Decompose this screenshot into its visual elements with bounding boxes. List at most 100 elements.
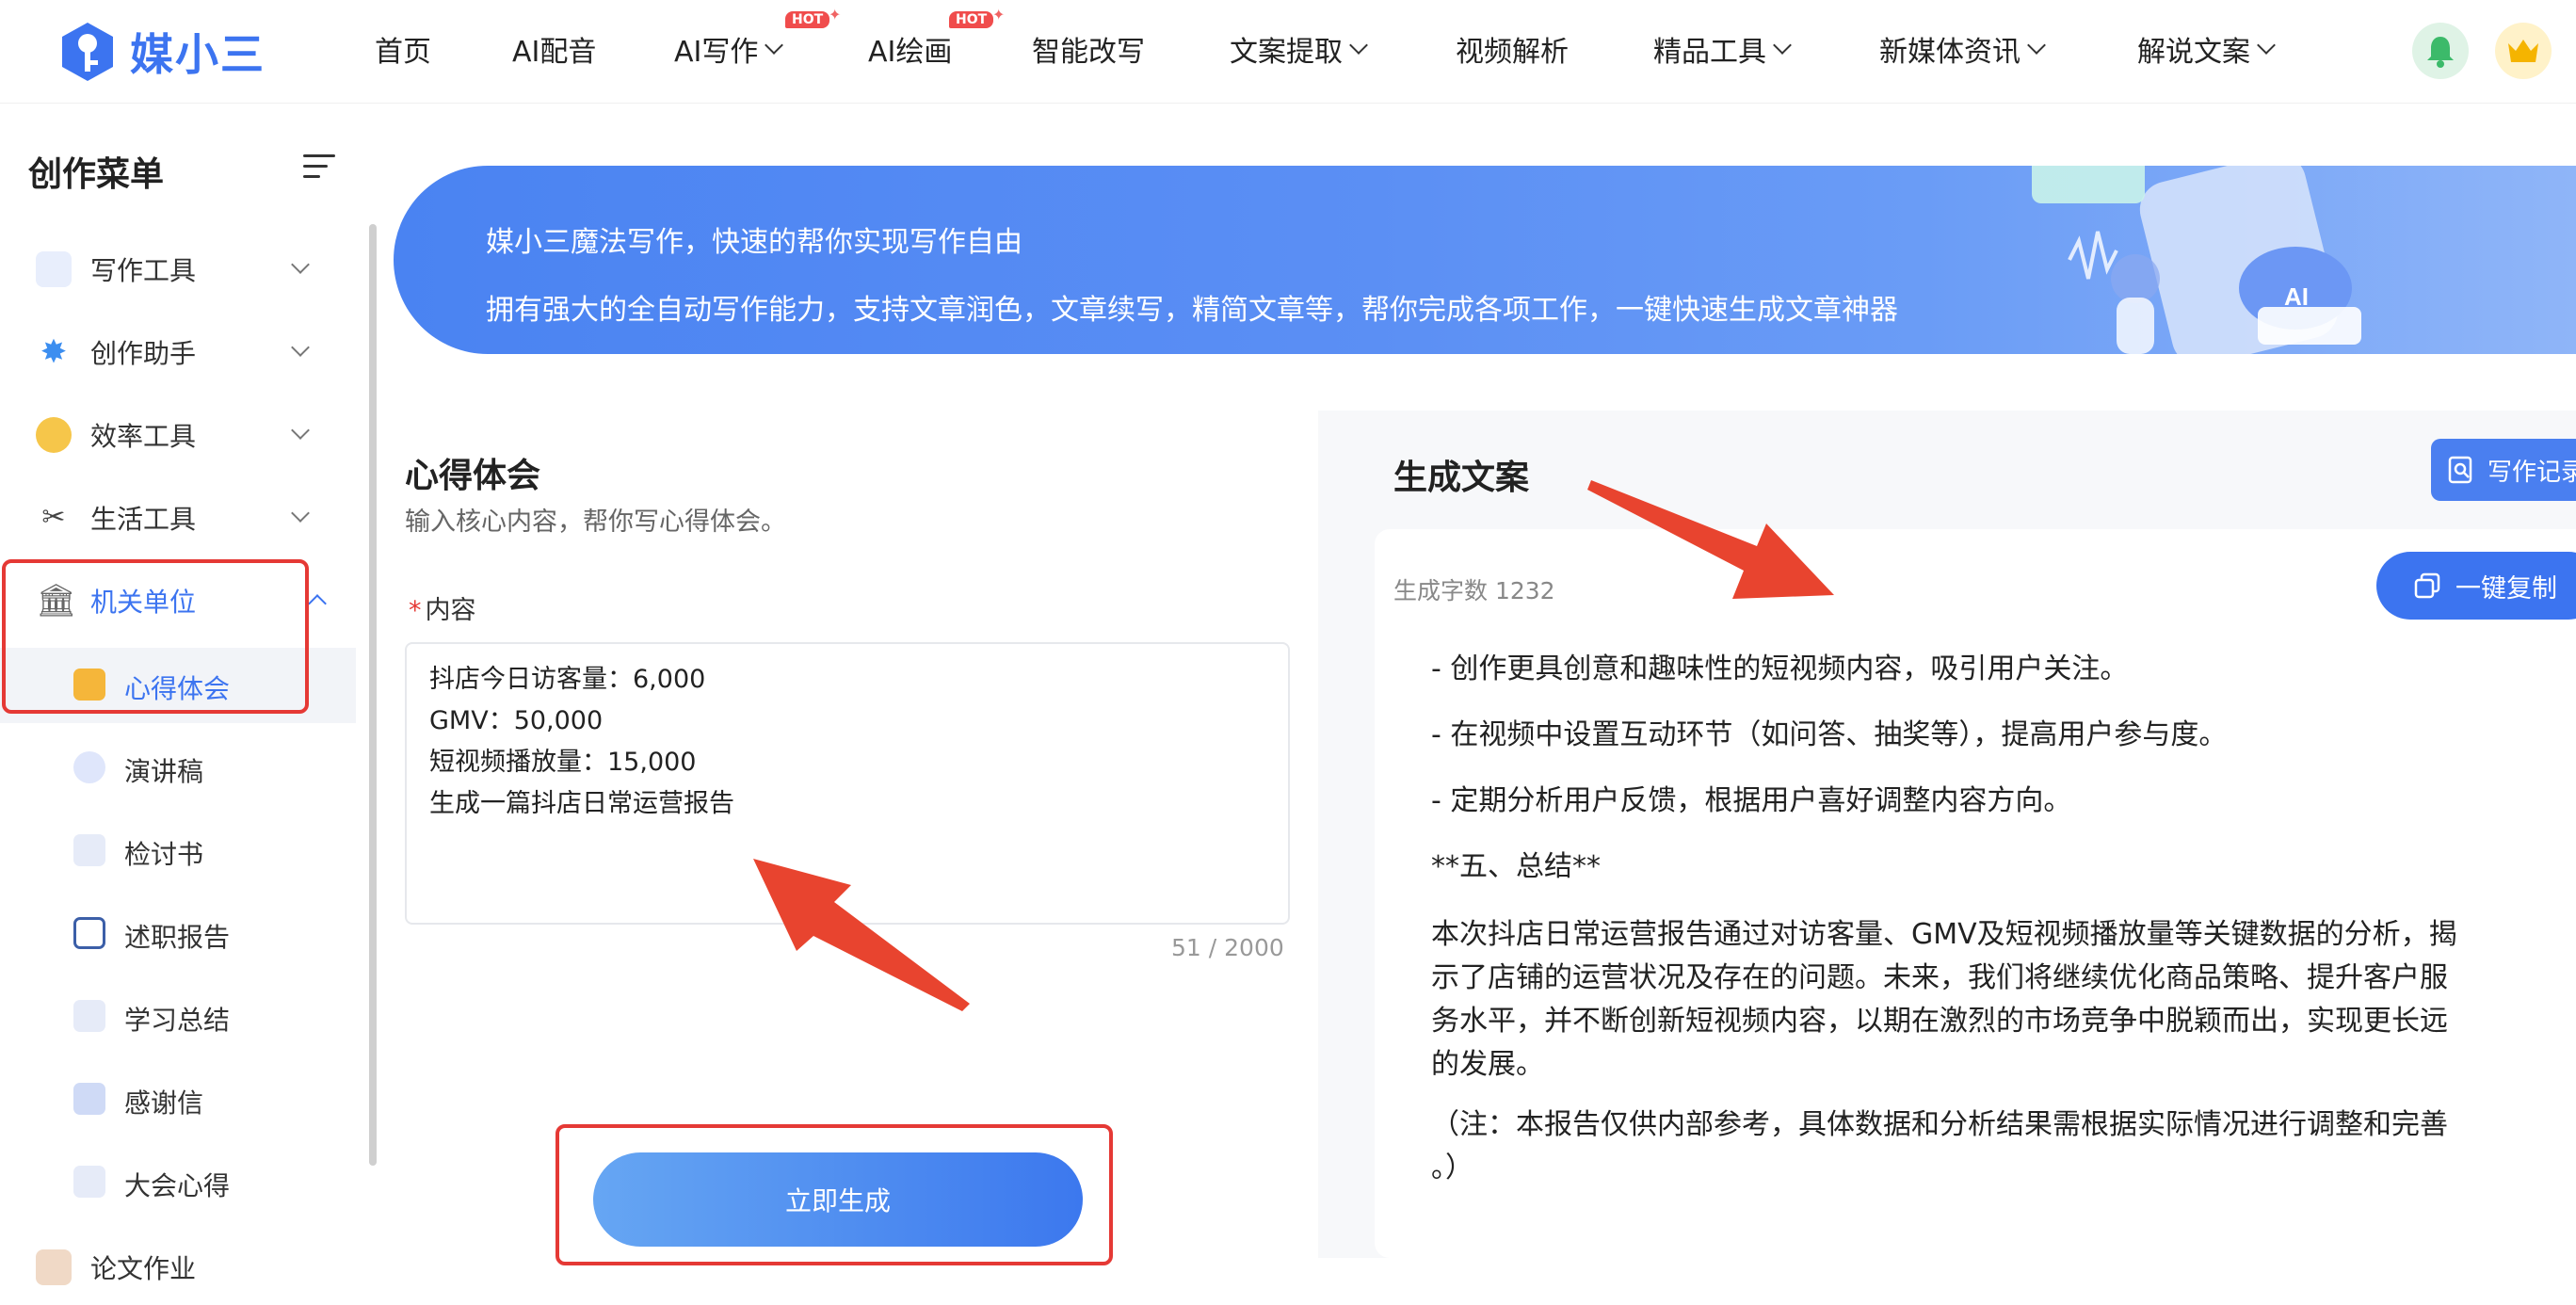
sidebar-item-label: 演讲稿: [124, 756, 204, 787]
textarea-line: GMV：50,000: [429, 706, 604, 735]
textarea-line: 生成一篇抖店日常运营报告: [429, 789, 734, 818]
nav-label: 精品工具: [1653, 36, 1766, 69]
sidebar-item-label: 创作助手: [90, 338, 197, 369]
note-paragraph: （注：本报告仅供内部参考，具体数据和分析结果需根据实际情况进行调整和完善 。）: [1431, 1104, 2557, 1190]
sidebar-item-label: 论文作业: [90, 1253, 197, 1284]
nav-label: 解说文案: [2137, 36, 2250, 69]
summary-line: 的发展。: [1431, 1048, 1544, 1081]
writing-history-button[interactable]: 写作记录: [2431, 439, 2576, 501]
nav-label: 视频解析: [1456, 36, 1569, 69]
sidebar-subitem-self-criticism[interactable]: 检讨书: [0, 814, 356, 889]
nav-ai-dubbing[interactable]: AI配音: [512, 28, 596, 70]
notebook-icon: [73, 1000, 105, 1032]
content-textarea[interactable]: 抖店今日访客量：6,000 GMV：50,000 短视频播放量：15,000 生…: [405, 642, 1290, 925]
sidebar-item-label: 检讨书: [124, 839, 204, 870]
bell-icon: [2427, 37, 2454, 68]
copy-icon: [2414, 572, 2440, 599]
button-label: 一键复制: [2455, 573, 2557, 604]
history-icon: [2448, 456, 2472, 484]
chevron-down-icon: [1349, 36, 1368, 55]
banner-subline: 拥有强大的全自动写作能力，支持文章润色，文章续写，精简文章等，帮你完成各项工作，…: [486, 294, 1898, 327]
star-icon: ✸: [40, 333, 68, 371]
top-navigation: 媒小三 首页 AI配音 AI写作 HOT ✦ AI绘画 HOT ✦ 智能改写 文…: [0, 0, 2576, 104]
sidebar-subitem-thank-you-letter[interactable]: 感谢信: [0, 1062, 356, 1137]
nav-ai-drawing[interactable]: AI绘画 HOT ✦: [868, 6, 1005, 70]
banner-headline: 媒小三魔法写作，快速的帮你实现写作自由: [486, 226, 1022, 259]
sparkle-icon: ✦: [829, 6, 842, 24]
summary-line: 本次抖店日常运营报告通过对访客量、GMV及短视频播放量等关键数据的分析，揭: [1431, 918, 2457, 951]
book-icon: [73, 834, 105, 866]
svg-text:AI: AI: [2284, 282, 2309, 311]
nav-premium-tools[interactable]: 精品工具: [1653, 28, 1792, 70]
chevron-down-icon: [2257, 36, 2276, 55]
nav-media-news[interactable]: 新媒体资讯: [1879, 28, 2046, 70]
annotation-box-government: [2, 559, 309, 714]
sidebar-item-label: 大会心得: [124, 1170, 231, 1201]
result-line: - 定期分析用户反馈，根据用户喜好调整内容方向。: [1431, 784, 2072, 817]
logo-icon: [62, 23, 113, 81]
result-line: - 在视频中设置互动环节（如问答、抽奖等），提高用户参与度。: [1431, 718, 2228, 751]
generate-button[interactable]: 立即生成: [593, 1152, 1083, 1247]
result-heading: **五、总结**: [1431, 850, 1601, 883]
notification-button[interactable]: [2412, 23, 2469, 79]
word-count: 生成字数 1232: [1393, 577, 1555, 604]
sidebar-item-writing-tools[interactable]: 写作工具: [0, 232, 356, 307]
sidebar-subitem-work-report[interactable]: 述职报告: [0, 896, 356, 972]
sidebar-scrollbar[interactable]: [369, 224, 377, 1166]
sidebar-item-thesis[interactable]: 论文作业: [0, 1230, 356, 1305]
nav-label: 智能改写: [1032, 36, 1145, 69]
nav-label: AI绘画: [868, 36, 953, 69]
brand-name: 媒小三: [130, 29, 266, 80]
sidebar-item-creation-assistant[interactable]: ✸ 创作助手: [0, 314, 356, 390]
document-icon: [36, 251, 72, 287]
sidebar-title: 创作菜单: [28, 155, 165, 194]
logo[interactable]: 媒小三: [58, 19, 266, 85]
textarea-line: 抖店今日访客量：6,000: [429, 665, 706, 694]
nav-smart-rewrite[interactable]: 智能改写: [1032, 28, 1145, 70]
note-line: （注：本报告仅供内部参考，具体数据和分析结果需根据实际情况进行调整和完善: [1431, 1108, 2448, 1141]
nav-commentary-copy[interactable]: 解说文案: [2137, 28, 2276, 70]
form-description: 输入核心内容，帮你写心得体会。: [405, 508, 786, 537]
sidebar-subitem-meeting-notes[interactable]: 大会心得: [0, 1145, 356, 1220]
vip-button[interactable]: [2495, 23, 2552, 79]
clock-icon: [36, 417, 72, 453]
summary-line: 务水平，并不断创新短视频内容，以期在激烈的市场竞争中脱颖而出，实现更长远: [1431, 1005, 2448, 1038]
sidebar-item-label: 生活工具: [90, 504, 197, 535]
form-title: 心得体会: [405, 457, 541, 495]
copy-all-button[interactable]: 一键复制: [2376, 552, 2576, 620]
sidebar-item-label: 感谢信: [124, 1088, 204, 1119]
sparkle-icon: ✦: [992, 6, 1006, 24]
result-line: - 创作更具创意和趣味性的短视频内容，吸引用户关注。: [1431, 652, 2129, 685]
crown-icon: [2508, 40, 2538, 62]
nav-label: 首页: [375, 36, 431, 69]
nav-label: AI写作: [674, 36, 759, 69]
sidebar-item-label: 写作工具: [90, 255, 197, 286]
ai-illustration-icon: AI: [2032, 166, 2361, 354]
nav-copy-extract[interactable]: 文案提取: [1230, 28, 1368, 70]
meeting-icon: [73, 1166, 105, 1198]
textarea-line: 短视频播放量：15,000: [429, 748, 697, 777]
chevron-down-icon: [765, 36, 784, 55]
sidebar-item-life-tools[interactable]: ✂ 生活工具: [0, 480, 356, 556]
hot-badge: HOT: [785, 11, 830, 28]
chevron-down-icon: [1773, 36, 1792, 55]
chevron-down-icon: [291, 255, 310, 274]
nav-ai-writing[interactable]: AI写作 HOT ✦: [674, 6, 841, 70]
content-field-label: * 内容: [409, 589, 476, 626]
tools-icon: ✂: [41, 501, 66, 534]
sidebar-item-label: 学习总结: [124, 1005, 231, 1036]
menu-collapse-button[interactable]: [303, 153, 337, 181]
nav-label: 新媒体资讯: [1879, 36, 2021, 69]
nav-video-parse[interactable]: 视频解析: [1456, 28, 1569, 70]
summary-line: 示了店铺的运营状况及存在的问题。未来，我们将继续优化商品策略、提升客户服: [1431, 961, 2448, 994]
button-label: 写作记录: [2487, 458, 2576, 487]
sidebar-item-label: 效率工具: [90, 421, 197, 452]
chevron-down-icon: [291, 338, 310, 357]
chevron-down-icon: [291, 504, 310, 523]
nav-home[interactable]: 首页: [375, 28, 431, 70]
sidebar-subitem-study-summary[interactable]: 学习总结: [0, 979, 356, 1055]
sidebar-subitem-speech[interactable]: 演讲稿: [0, 731, 356, 806]
sidebar-item-efficiency-tools[interactable]: 效率工具: [0, 397, 356, 473]
nav-label: AI配音: [512, 36, 597, 69]
report-icon: [73, 917, 105, 949]
